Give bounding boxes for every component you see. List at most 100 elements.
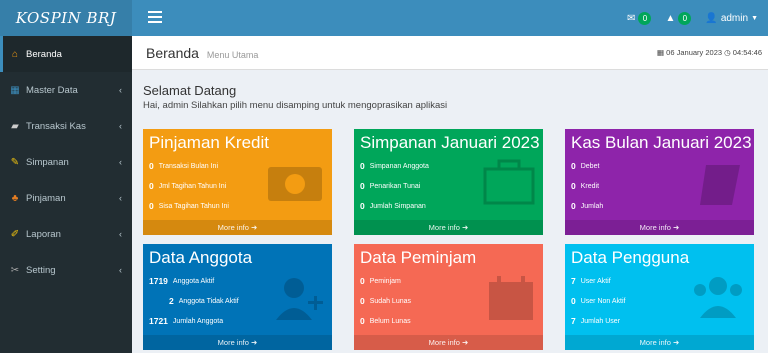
more-info-link[interactable]: More info ➜: [354, 335, 543, 350]
calendar-icon: [489, 276, 533, 320]
stat-row: 0 Kredit: [571, 181, 600, 191]
sidebar-item-simpanan[interactable]: ✎ Simpanan ‹: [0, 144, 132, 180]
calendar-icon: ▦: [656, 48, 665, 57]
sidebar-item-label: Simpanan: [26, 156, 69, 168]
page-title: Beranda Menu Utama: [146, 45, 259, 61]
box-title: Pinjaman Kredit: [149, 133, 270, 152]
stat-row: 2 Anggota Tidak Aktif: [169, 296, 239, 306]
box-data-anggota: Data Anggota 1719 Anggota Aktif 2 Anggota …: [143, 244, 332, 350]
messages-badge: 0: [638, 11, 652, 25]
notifications-badge: 0: [678, 11, 692, 25]
sidebar-item-label: Setting: [26, 264, 56, 276]
chevron-left-icon: ‹: [119, 85, 122, 95]
welcome-title: Selamat Datang: [143, 83, 237, 98]
stat-row: 7 Jumlah User: [571, 316, 621, 326]
stat-row: 0 Peminjam: [360, 276, 401, 286]
box-title: Data Peminjam: [360, 248, 477, 267]
sidebar-item-setting[interactable]: ✂ Setting ‹: [0, 252, 132, 288]
sidebar-item-master-data[interactable]: ▦ Master Data ‹: [0, 72, 132, 108]
arrow-circle-right-icon: ➜: [251, 338, 258, 347]
envelope-icon: ✉: [627, 12, 636, 24]
more-info-link[interactable]: More info ➜: [143, 220, 332, 235]
sidebar-item-label: Master Data: [26, 84, 78, 96]
caret-down-icon: ▼: [751, 14, 758, 22]
stat-row: 0 Sudah Lunas: [360, 296, 411, 306]
database-icon: ▦: [10, 84, 20, 96]
box-title: Data Anggota: [149, 248, 253, 267]
arrow-circle-right-icon: ➜: [462, 223, 469, 232]
time-text: 04:54:46: [732, 48, 762, 57]
arrow-circle-right-icon: ➜: [462, 338, 469, 347]
stat-row: 0 Jumlah Simpanan: [360, 201, 426, 211]
date-text: 06 January 2023: [666, 48, 723, 57]
user-add-icon: [276, 278, 323, 320]
box-title: Simpanan Januari 2023: [360, 133, 540, 152]
notifications-menu[interactable]: ▲ 0: [665, 11, 692, 25]
stat-row: 0 Debet: [571, 161, 600, 171]
warning-icon: ▲: [665, 12, 676, 24]
user-name: admin: [720, 12, 749, 24]
sidebar: ⌂ Beranda ▦ Master Data ‹ ▰ Transaksi Ka…: [0, 36, 132, 353]
stat-row: 1719 Anggota Aktif: [149, 276, 215, 286]
box-title: Data Pengguna: [571, 248, 690, 267]
chevron-left-icon: ‹: [119, 121, 122, 131]
page-subtitle: Menu Utama: [206, 50, 259, 60]
sidebar-item-pinjaman[interactable]: ♣ Pinjaman ‹: [0, 180, 132, 216]
stat-row: 0 Sisa Tagihan Tahun Ini: [149, 201, 229, 211]
arrow-circle-right-icon: ➜: [673, 338, 680, 347]
arrow-circle-right-icon: ➜: [673, 223, 680, 232]
more-info-link[interactable]: More info ➜: [565, 220, 754, 235]
wrench-icon: ✂: [10, 264, 20, 276]
sidebar-item-label: Transaksi Kas: [26, 120, 86, 132]
sidebar-item-beranda[interactable]: ⌂ Beranda: [0, 36, 132, 72]
arrow-circle-right-icon: ➜: [251, 223, 258, 232]
cash-icon: ▰: [11, 120, 19, 132]
top-navbar: KOSPIN BRJ ✉ 0 ▲ 0 👤 admin ▼: [0, 0, 768, 36]
sidebar-item-label: Beranda: [26, 48, 62, 60]
users-icon: [694, 277, 742, 318]
savings-icon: ✎: [10, 156, 20, 168]
user-menu[interactable]: 👤 admin ▼: [705, 13, 758, 24]
stat-row: 0 Jumlah: [571, 201, 604, 211]
stat-row: 0 Penarikan Tunai: [360, 181, 421, 191]
people-icon: ♣: [11, 192, 19, 204]
app-logo[interactable]: KOSPIN BRJ: [0, 0, 132, 36]
welcome-section: Selamat Datang Hai, admin Silahkan pilih…: [143, 83, 447, 111]
stat-row: 0 Simpanan Anggota: [360, 161, 429, 171]
sidebar-toggle-icon[interactable]: [148, 11, 162, 23]
sidebar-item-laporan[interactable]: ✐ Laporan ‹: [0, 216, 132, 252]
chevron-left-icon: ‹: [119, 229, 122, 239]
stat-row: 0 User Non Aktif: [571, 296, 626, 306]
box-title: Kas Bulan Januari 2023: [571, 133, 752, 152]
messages-menu[interactable]: ✉ 0: [627, 11, 652, 25]
box-data-pengguna: Data Pengguna 7 User Aktif 0 User Non Akti…: [565, 244, 754, 350]
chevron-left-icon: ‹: [119, 265, 122, 275]
sidebar-item-transaksi-kas[interactable]: ▰ Transaksi Kas ‹: [0, 108, 132, 144]
clock-icon: ◷: [724, 48, 731, 57]
datetime-display: ▦ 06 January 2023 ◷ 04:54:46: [657, 48, 762, 57]
money-icon: [268, 167, 322, 201]
report-icon: ✐: [10, 228, 20, 240]
chevron-left-icon: ‹: [119, 157, 122, 167]
sidebar-item-label: Pinjaman: [26, 192, 66, 204]
welcome-text: Hai, admin Silahkan pilih menu disamping…: [143, 100, 448, 111]
box-pinjaman-kredit: Pinjaman Kredit 0 Transaksi Bulan Ini 0 Jm…: [143, 129, 332, 235]
chevron-left-icon: ‹: [119, 193, 122, 203]
book-icon: [700, 165, 740, 205]
box-simpanan: Simpanan Januari 2023 0 Simpanan Anggota …: [354, 129, 543, 235]
home-icon: ⌂: [11, 48, 19, 60]
stat-row: 1721 Jumlah Anggota: [149, 316, 224, 326]
content-header: Beranda Menu Utama ▦ 06 January 2023 ◷ 0…: [132, 36, 768, 70]
stat-row: 7 User Aktif: [571, 276, 611, 286]
more-info-link[interactable]: More info ➜: [143, 335, 332, 350]
stat-row: 0 Jml Tagihan Tahun Ini: [149, 181, 227, 191]
box-kas: Kas Bulan Januari 2023 0 Debet 0 Kredit 0J…: [565, 129, 754, 235]
box-data-peminjam: Data Peminjam 0 Peminjam 0 Sudah Lunas 0 Be…: [354, 244, 543, 350]
user-icon: 👤: [705, 12, 718, 24]
more-info-link[interactable]: More info ➜: [354, 220, 543, 235]
stat-row: 0 Belum Lunas: [360, 316, 411, 326]
briefcase-icon: [483, 159, 535, 205]
sidebar-item-label: Laporan: [26, 228, 61, 240]
stat-row: 0 Transaksi Bulan Ini: [149, 161, 219, 171]
more-info-link[interactable]: More info ➜: [565, 335, 754, 350]
